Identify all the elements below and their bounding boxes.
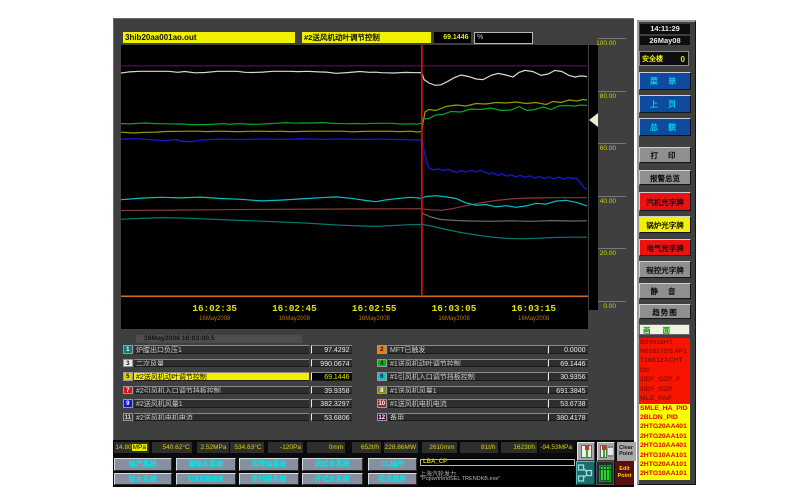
svg-text:16:02:55: 16:02:55 — [352, 303, 397, 314]
svg-text:16:03:15: 16:03:15 — [511, 303, 556, 314]
svg-text:16May2008: 16May2008 — [359, 316, 391, 322]
svg-text:16:02:45: 16:02:45 — [272, 303, 317, 314]
svg-text:16May2008: 16May2008 — [438, 316, 470, 322]
svg-text:16May2008: 16May2008 — [279, 316, 311, 322]
svg-text:16:02:35: 16:02:35 — [192, 303, 237, 314]
svg-text:16:03:05: 16:03:05 — [432, 303, 477, 314]
svg-text:16May2008: 16May2008 — [518, 316, 550, 322]
svg-text:16May2008: 16May2008 — [199, 316, 231, 322]
